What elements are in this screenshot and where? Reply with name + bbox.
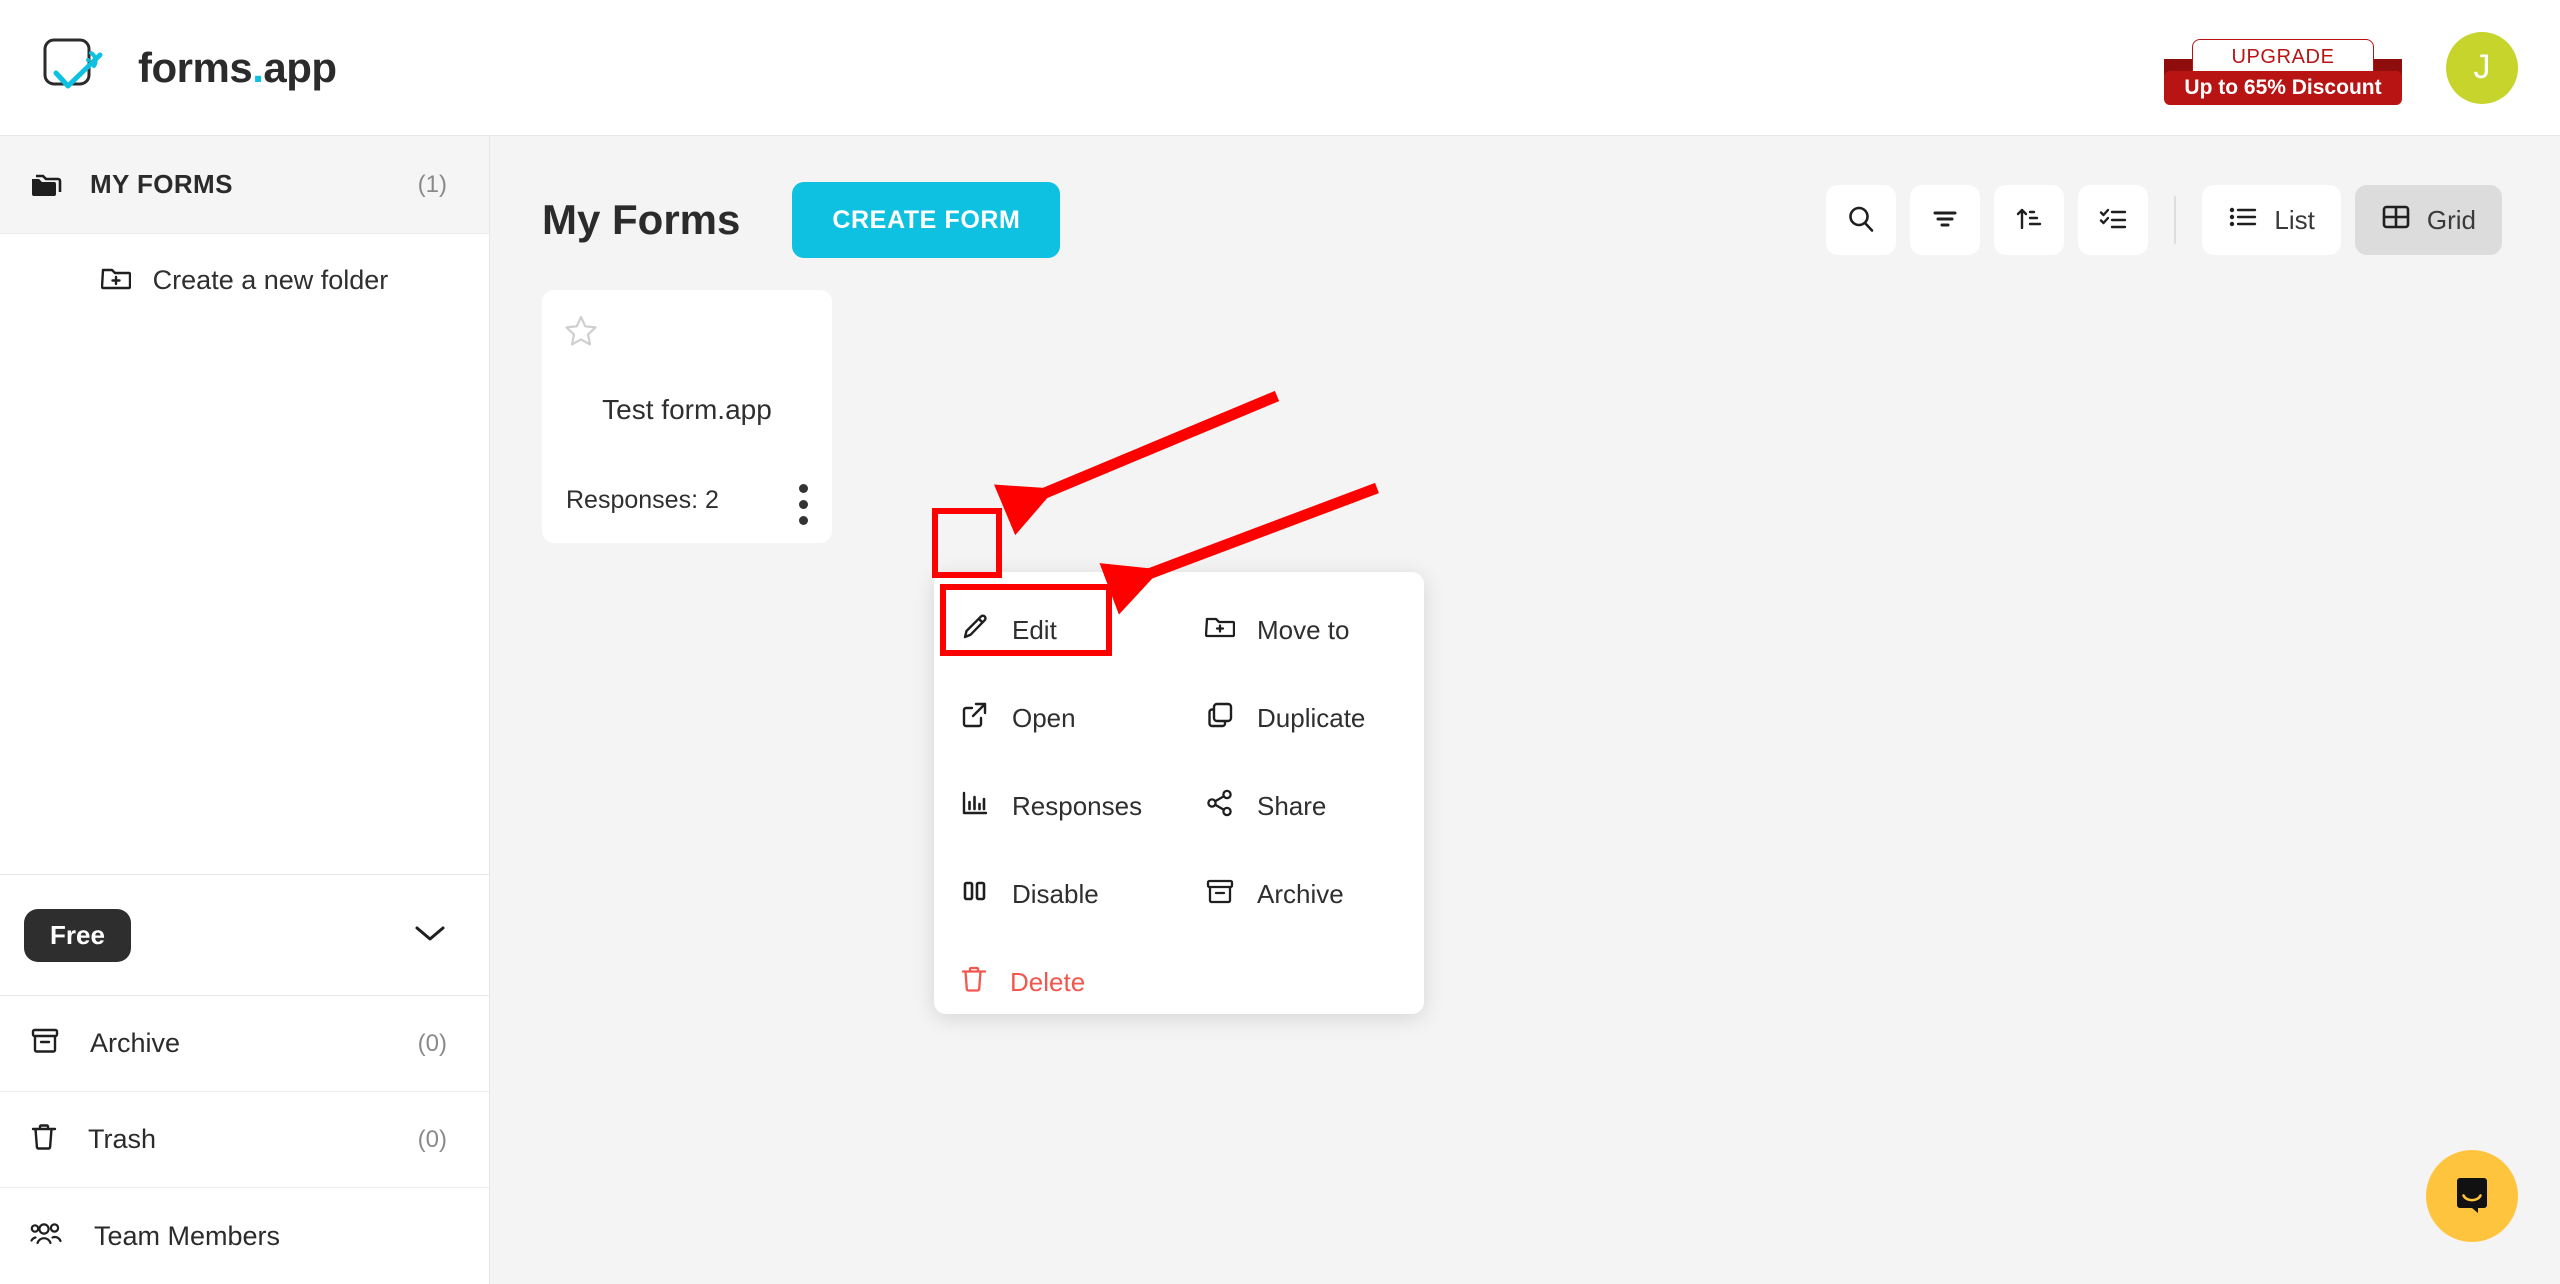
sidebar-archive-count: (0) [417,1029,447,1057]
app-logo-text: forms.app [138,44,337,92]
search-button[interactable] [1826,185,1897,255]
folders-icon [30,170,64,200]
sidebar-item-my-forms[interactable]: MY FORMS (1) [0,136,489,234]
context-menu-item-disable[interactable]: Disable [934,850,1179,938]
three-dots-vertical-icon-dot [798,515,808,525]
page-title: My Forms [542,196,741,243]
context-menu-item-duplicate[interactable]: Duplicate [1179,674,1424,762]
sidebar-trash-label: Trash [88,1124,157,1154]
chevron-down-icon [413,922,447,949]
folder-plus-icon [1204,613,1236,648]
context-menu-item-edit-label: Edit [1012,614,1057,645]
search-icon [1845,203,1877,238]
sidebar-trash-count: (0) [417,1125,447,1153]
folder-plus-icon [100,265,131,296]
pause-icon [960,876,990,913]
context-menu-item-disable-label: Disable [1012,878,1099,909]
create-new-folder-label: Create a new folder [152,264,389,295]
create-new-folder-button[interactable]: Create a new folder [0,234,489,326]
view-toolbar: List Grid [1826,185,2502,255]
context-menu-item-open[interactable]: Open [934,674,1179,762]
app-logo[interactable]: forms.app [42,37,337,99]
context-menu-item-move-to-label: Move to [1257,614,1350,645]
three-dots-vertical-icon-dot [798,499,808,509]
form-card-kebab-button[interactable] [774,475,832,533]
sidebar-my-forms-label: MY FORMS [90,169,233,199]
context-menu-item-open-label: Open [1012,702,1076,733]
sort-ascending-icon [2013,203,2045,238]
sidebar: MY FORMS (1) Create a new folder Free Ar… [0,136,490,1284]
chat-widget-button[interactable] [2426,1150,2518,1242]
forms-app-check-logo-icon [42,37,120,99]
sidebar-my-forms-count: (1) [417,170,447,198]
archive-box-icon [30,1026,60,1061]
sidebar-archive-label: Archive [90,1028,181,1058]
pencil-icon [960,612,990,649]
form-card-responses: Responses: 2 [566,486,719,514]
context-menu-item-delete[interactable]: Delete [934,938,1179,1026]
sidebar-item-archive[interactable]: Archive (0) [0,996,489,1092]
app-header: forms.app UPGRADE Up to 65% Discount J [0,0,2560,136]
main-toolbar-row: My Forms CREATE FORM List Grid [490,136,2560,266]
upgrade-banner[interactable]: UPGRADE Up to 65% Discount [2164,31,2402,105]
star-outline-icon[interactable] [564,314,598,352]
filter-button[interactable] [1910,185,1981,255]
list-icon [2228,202,2258,239]
context-menu-item-move-to[interactable]: Move to [1179,586,1424,674]
main-content: My Forms CREATE FORM List Grid Test form… [490,136,2560,1284]
sort-button[interactable] [1994,185,2065,255]
create-form-button[interactable]: CREATE FORM [792,182,1061,258]
select-items-button[interactable] [2078,185,2149,255]
view-grid-label: Grid [2426,204,2476,235]
context-menu-item-archive-label: Archive [1257,878,1344,909]
plan-selector[interactable]: Free [0,874,489,996]
plan-badge: Free [24,908,131,962]
archive-box-icon [1205,876,1235,913]
header-right-group: UPGRADE Up to 65% Discount J [2164,31,2518,105]
toolbar-divider [2174,196,2177,244]
context-menu-item-duplicate-label: Duplicate [1257,702,1366,733]
context-menu-item-archive[interactable]: Archive [1179,850,1424,938]
context-menu-item-responses[interactable]: Responses [934,762,1179,850]
view-list-button[interactable]: List [2202,185,2341,255]
view-grid-button[interactable]: Grid [2354,185,2502,255]
logo-suffix: app [263,43,337,91]
trash-icon [960,964,988,1001]
sidebar-item-team-members[interactable]: Team Members [0,1188,489,1284]
checklist-icon [2097,203,2129,238]
filter-icon [1929,203,1961,238]
view-list-label: List [2274,204,2315,235]
sidebar-team-members-label: Team Members [94,1220,281,1251]
avatar[interactable]: J [2446,31,2518,104]
users-icon [30,1221,64,1252]
bar-chart-icon [960,788,990,825]
form-context-menu: Edit Move to Open Duplicate Responses Sh… [934,572,1424,1014]
logo-word: forms [138,43,253,91]
copy-icon [1205,700,1235,737]
forms-grid: Test form.app Responses: 2 [490,266,2560,543]
form-card-title: Test form.app [602,394,772,425]
share-nodes-icon [1205,788,1235,825]
chat-bubble-icon [2449,1172,2495,1221]
logo-dot: . [252,43,264,91]
external-link-icon [960,700,990,737]
form-card[interactable]: Test form.app Responses: 2 [542,290,832,543]
context-menu-item-responses-label: Responses [1012,790,1143,821]
grid-icon [2381,202,2411,239]
context-menu-item-delete-label: Delete [1010,966,1086,997]
upgrade-discount-label: Up to 65% Discount [2164,70,2402,105]
sidebar-bottom-section: Free Archive (0) Trash (0) Team Members [0,874,489,1284]
context-menu-item-share[interactable]: Share [1179,762,1424,850]
context-menu-item-edit[interactable]: Edit [934,586,1179,674]
three-dots-vertical-icon-dot [798,483,808,493]
forms-app-page: forms.app UPGRADE Up to 65% Discount J M… [0,0,2560,1284]
context-menu-item-share-label: Share [1257,790,1327,821]
sidebar-item-trash[interactable]: Trash (0) [0,1092,489,1188]
trash-icon [30,1122,58,1157]
